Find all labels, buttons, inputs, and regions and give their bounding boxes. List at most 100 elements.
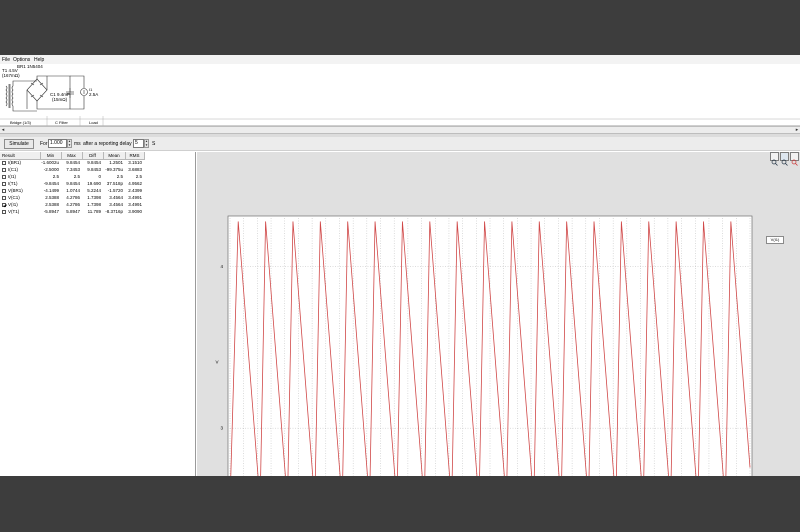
- column-header[interactable]: Mean: [103, 152, 126, 160]
- column-header[interactable]: Diff: [82, 152, 104, 160]
- result-name: V(BR1): [8, 188, 23, 193]
- bridge-label[interactable]: BR1 1N5404: [17, 64, 43, 69]
- y-tick-label: 3: [220, 426, 223, 431]
- result-min-cell: 2.5: [52, 174, 59, 179]
- horizontal-scrollbar[interactable]: ◂ ▸: [0, 126, 800, 134]
- result-rms-cell: 3.4991: [128, 202, 142, 207]
- zoom-out-icon: [791, 159, 798, 166]
- result-name: I(BR1): [8, 160, 22, 166]
- duration-spinner[interactable]: ▲ ▼: [67, 139, 72, 148]
- result-name-cell: V(BR1): [0, 187, 40, 194]
- result-max-cell: 5.8947: [66, 209, 80, 214]
- result-checkbox[interactable]: [2, 174, 6, 179]
- result-checkbox[interactable]: [2, 195, 6, 200]
- for-label: For: [40, 141, 48, 147]
- result-diff-cell: 9.8454: [87, 160, 101, 166]
- table-row[interactable]: I(T1) -9.8454 9.8454 19.690 37.518p 4.9562: [0, 180, 144, 187]
- zoom-out-button[interactable]: [790, 152, 799, 166]
- result-name: V(I1): [8, 202, 18, 207]
- result-rms-cell: 3.9090: [128, 209, 142, 214]
- result-rms-cell: 3.4991: [128, 195, 142, 200]
- circuit-diagram: T1 4.5V (167mΩ) BR1 1N5404 C1 9.4mF (15m…: [0, 64, 800, 126]
- result-name-cell: V(C1): [0, 194, 40, 201]
- column-header[interactable]: Min: [40, 152, 62, 160]
- duration-unit: ms: [74, 141, 81, 147]
- results-table: Result Min Max Diff Mean RMS I(BR1) -1.60…: [0, 152, 145, 215]
- plot-legend[interactable]: V(I1): [766, 236, 784, 244]
- result-mean-cell: -1.5720: [107, 188, 123, 193]
- result-name-cell: V(I1): [0, 201, 40, 208]
- zoom-in-button[interactable]: [770, 152, 779, 166]
- result-max-cell: 9.8454: [66, 160, 80, 166]
- result-max-cell: 4.2786: [66, 202, 80, 207]
- result-checkbox[interactable]: [2, 167, 6, 172]
- section-dividers: [0, 116, 800, 126]
- result-mean-cell: 37.518p: [106, 181, 123, 186]
- result-diff-cell: 0: [98, 174, 101, 179]
- waveform-plot[interactable]: 5.055.0555.065.0655.075.0755.085.0855.09…: [197, 152, 800, 476]
- section-filter[interactable]: C Filter: [55, 120, 69, 125]
- result-name: V(C1): [8, 195, 20, 200]
- section-load[interactable]: Load: [89, 120, 98, 125]
- result-name: I(I1): [8, 174, 17, 179]
- scroll-left-icon[interactable]: ◂: [0, 127, 6, 133]
- result-min-cell: -1.6002u: [41, 160, 59, 166]
- result-max-cell: 1.0744: [66, 188, 80, 193]
- table-row[interactable]: V(T1) -5.8947 5.8947 11.789 -8.3716p 3.9090: [0, 208, 144, 215]
- table-row[interactable]: V(BR1) -4.1499 1.0744 5.2244 -1.5720 2.4399: [0, 187, 144, 194]
- result-diff-cell: 5.2244: [87, 188, 101, 193]
- result-max-cell: 4.2786: [66, 195, 80, 200]
- result-diff-cell: 1.7398: [87, 202, 101, 207]
- result-checkbox[interactable]: [2, 202, 6, 207]
- table-row[interactable]: I(C1) -2.5000 7.3453 9.8453 -99.375u 3.6883: [0, 166, 144, 173]
- menu-options[interactable]: Options: [13, 57, 30, 63]
- zoom-fit-button[interactable]: [780, 152, 789, 166]
- result-checkbox[interactable]: [2, 161, 6, 166]
- result-name-cell: I(C1): [0, 166, 40, 173]
- transformer-sub: (167mΩ): [2, 73, 20, 78]
- result-checkbox[interactable]: [2, 181, 6, 186]
- spin-down-icon[interactable]: ▼: [68, 143, 71, 148]
- result-min-cell: -9.8454: [43, 181, 59, 186]
- duration-input[interactable]: 1.000: [48, 139, 67, 148]
- column-header[interactable]: Max: [61, 152, 83, 160]
- result-min-cell: 2.5388: [45, 195, 59, 200]
- table-row[interactable]: I(BR1) -1.6002u 9.8454 9.8454 1.2501 3.1510: [0, 159, 144, 166]
- result-diff-cell: 9.8453: [87, 167, 101, 172]
- result-max-cell: 7.3453: [66, 167, 80, 172]
- result-mean-cell: 2.5: [116, 174, 123, 179]
- result-name-cell: I(T1): [0, 180, 40, 187]
- menu-bar: File Options Help: [0, 55, 800, 64]
- result-checkbox[interactable]: [2, 209, 6, 214]
- results-header-row: Result Min Max Diff Mean RMS: [0, 152, 145, 160]
- schematic-panel: T1 4.5V (167mΩ) BR1 1N5404 C1 9.4mF (15m…: [0, 64, 800, 126]
- result-name: I(T1): [8, 181, 18, 186]
- table-row[interactable]: V(C1) 2.5388 4.2786 1.7398 3.4564 3.4991: [0, 194, 144, 201]
- current-source-symbol[interactable]: [70, 75, 88, 110]
- result-mean-cell: 1.2501: [109, 160, 123, 166]
- scroll-right-icon[interactable]: ▸: [794, 127, 800, 133]
- section-bridge[interactable]: Bridge (1/3): [10, 120, 32, 125]
- result-checkbox[interactable]: [2, 188, 6, 193]
- column-header[interactable]: Result: [0, 152, 41, 160]
- table-row[interactable]: V(I1) 2.5388 4.2786 1.7398 3.4564 3.4991: [0, 201, 144, 208]
- result-name-cell: I(I1): [0, 173, 40, 180]
- results-table-panel: Result Min Max Diff Mean RMS I(BR1) -1.60…: [0, 152, 196, 476]
- result-diff-cell: 11.789: [87, 209, 101, 214]
- zoom-fit-icon: [781, 159, 788, 166]
- delay-input[interactable]: 5: [133, 139, 144, 148]
- menu-file[interactable]: File: [2, 57, 10, 63]
- result-min-cell: -5.8947: [43, 209, 59, 214]
- result-diff-cell: 19.690: [87, 181, 101, 186]
- result-rms-cell: 4.9562: [128, 181, 142, 186]
- result-rms-cell: 3.1510: [128, 160, 142, 166]
- delay-spinner[interactable]: ▲ ▼: [144, 139, 149, 148]
- simulate-button[interactable]: Simulate: [4, 139, 34, 149]
- spin-down-icon[interactable]: ▼: [145, 143, 148, 148]
- result-name: V(T1): [8, 209, 20, 214]
- column-header[interactable]: RMS: [125, 152, 145, 160]
- result-mean-cell: 3.4564: [109, 195, 123, 200]
- menu-help[interactable]: Help: [34, 57, 44, 63]
- table-row[interactable]: I(I1) 2.5 2.5 0 2.5 2.5: [0, 173, 144, 180]
- load-label: 2.5A: [89, 92, 98, 97]
